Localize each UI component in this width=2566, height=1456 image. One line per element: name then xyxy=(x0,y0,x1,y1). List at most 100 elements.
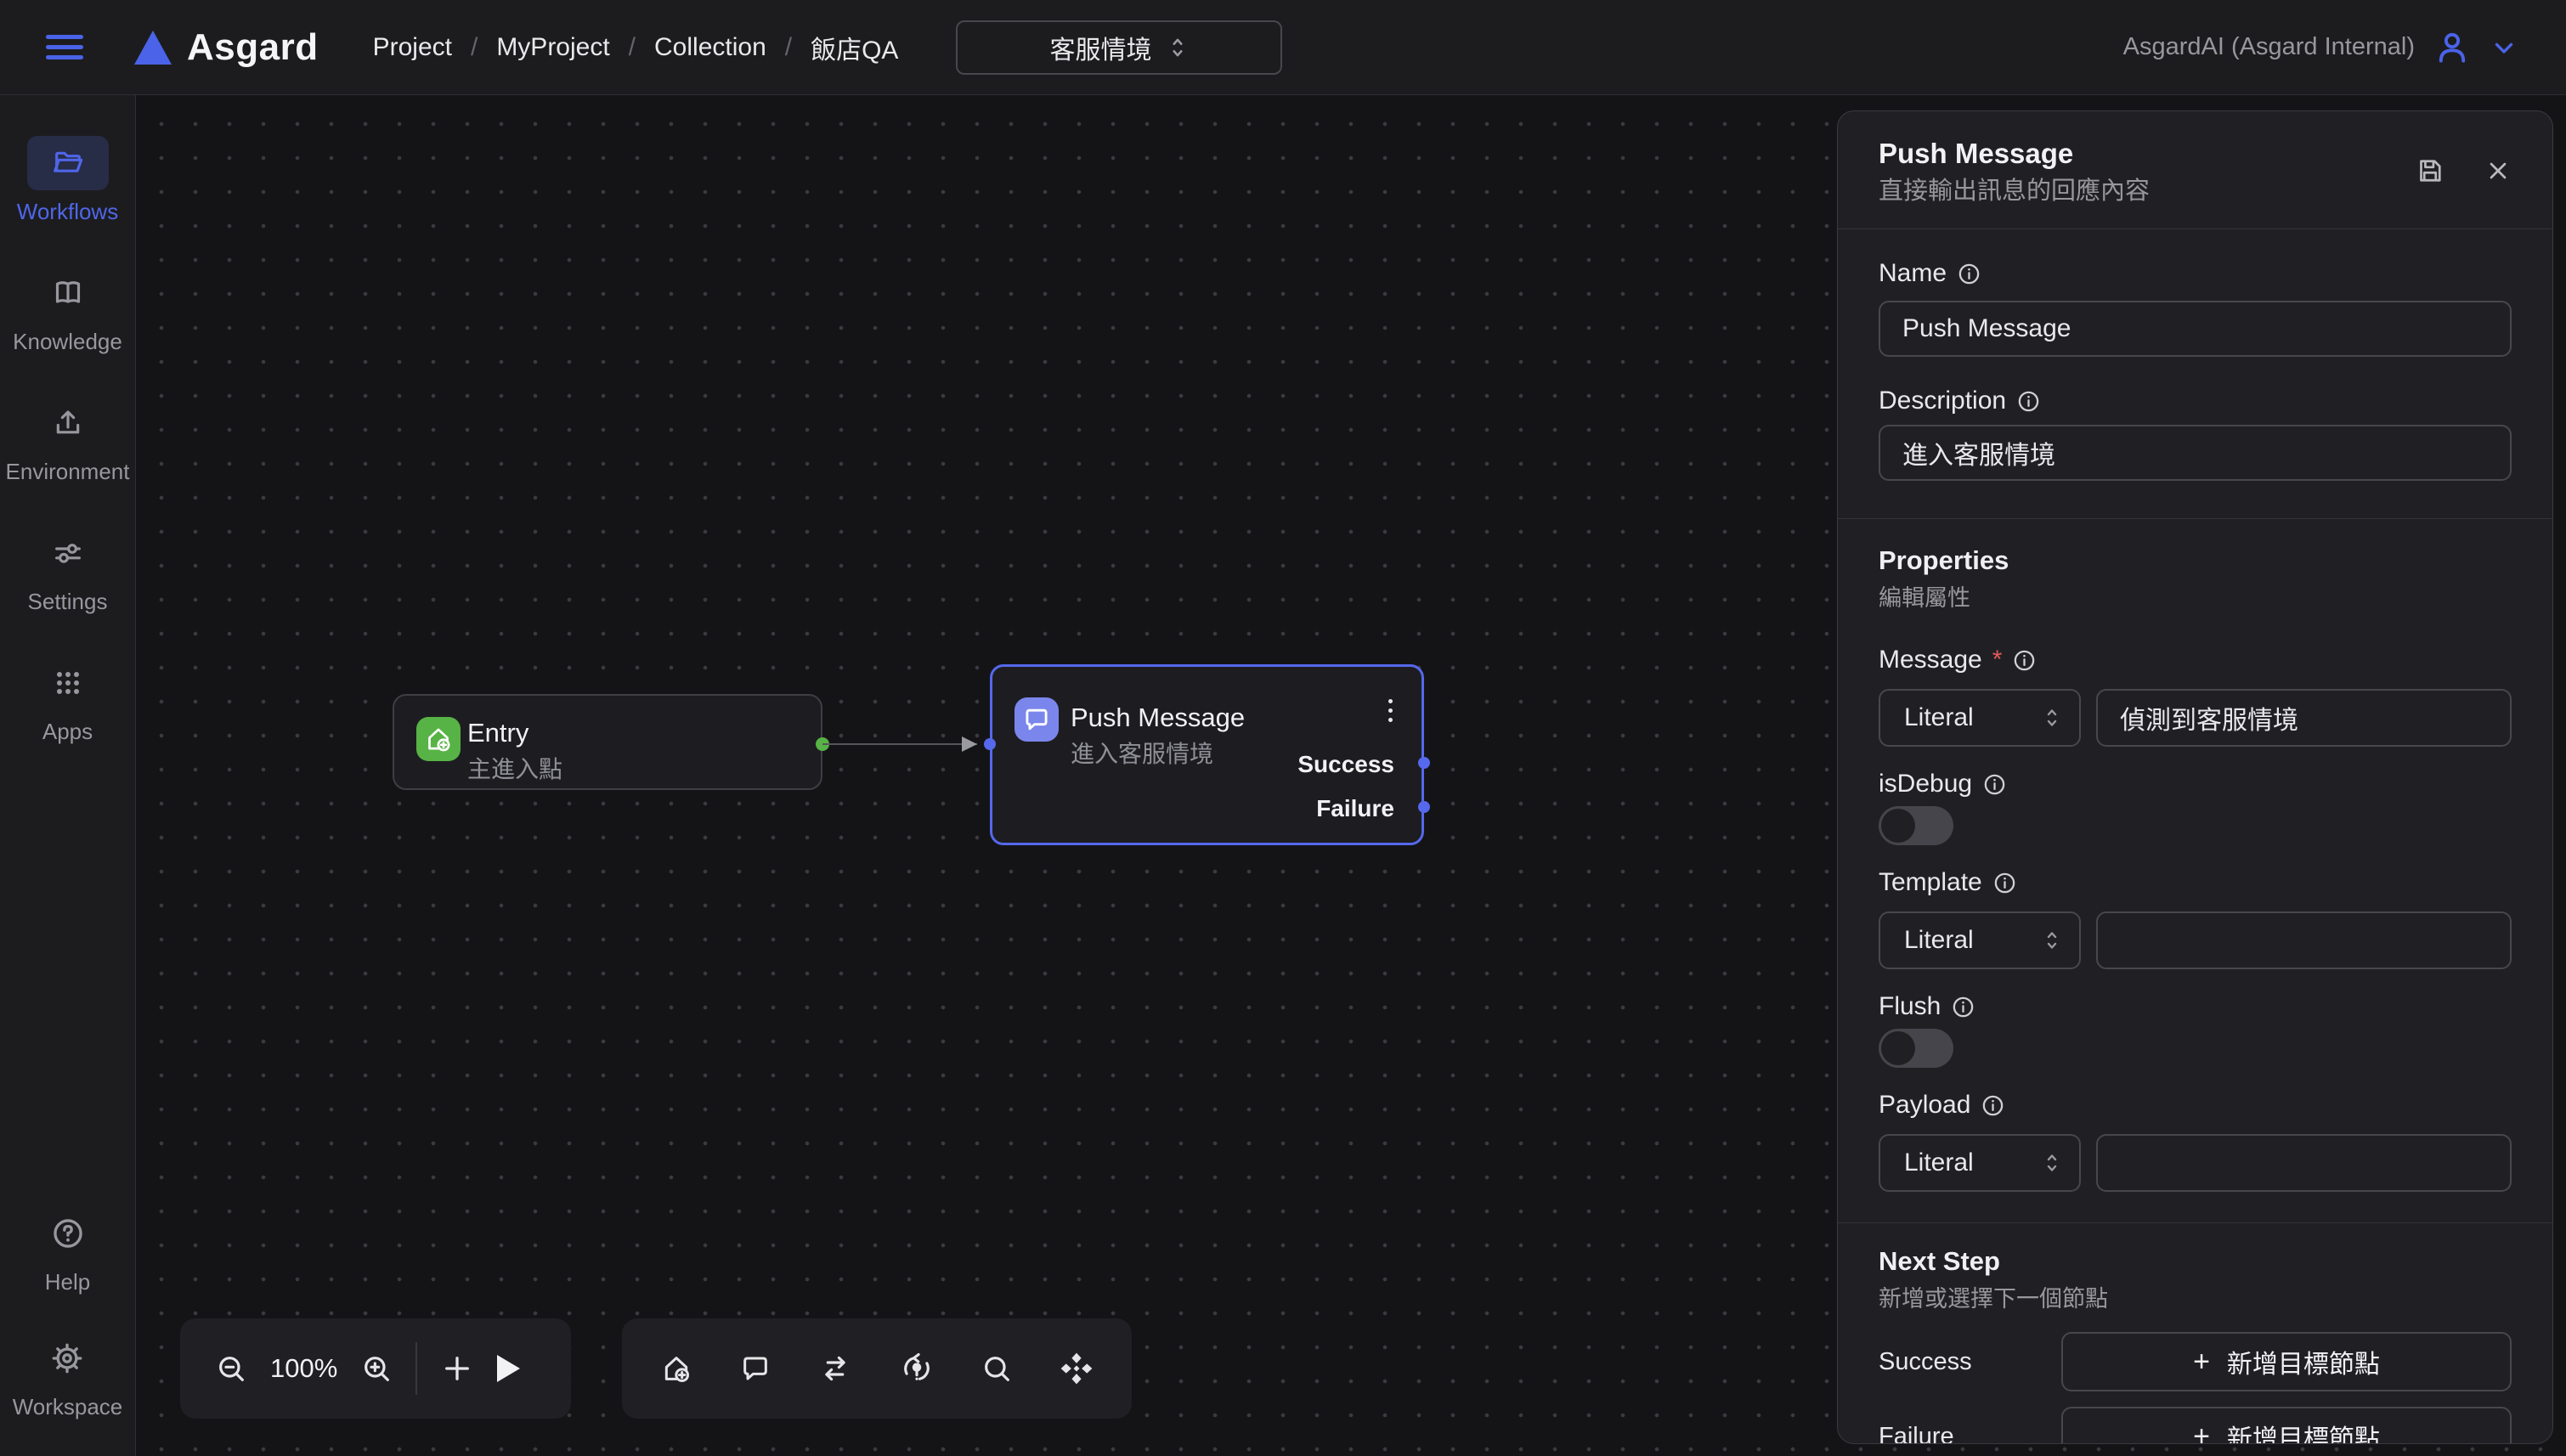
search-icon[interactable] xyxy=(980,1352,1014,1385)
breadcrumb-item-workflow[interactable]: 飯店QA xyxy=(811,29,898,66)
flush-label: Flush xyxy=(1879,991,1941,1022)
swap-arrows-icon[interactable] xyxy=(817,1351,853,1386)
breadcrumb: Project / MyProject / Collection / 飯店QA xyxy=(363,29,909,66)
description-label: Description xyxy=(1879,386,2006,416)
info-icon[interactable] xyxy=(1981,1093,2005,1118)
toolbar-divider xyxy=(415,1342,417,1395)
close-icon[interactable] xyxy=(2484,157,2512,184)
gear-icon xyxy=(26,1331,108,1385)
node-tools-toolbar xyxy=(622,1318,1132,1419)
breadcrumb-separator: / xyxy=(785,33,792,62)
help-icon xyxy=(27,1206,109,1261)
sidebar-item-environment[interactable]: Environment xyxy=(6,396,130,485)
isdebug-label-row: isDebug xyxy=(1879,769,2512,799)
template-mode-select[interactable]: Literal xyxy=(1879,911,2081,969)
name-label: Name xyxy=(1879,258,1947,289)
description-input[interactable]: 進入客服情境 xyxy=(1879,425,2512,481)
sidebar-item-workspace[interactable]: Workspace xyxy=(13,1331,123,1420)
edge-arrowhead-icon xyxy=(962,736,977,752)
isdebug-toggle[interactable] xyxy=(1879,806,1953,845)
chevron-up-down-icon xyxy=(2042,706,2062,730)
breadcrumb-item-myproject[interactable]: MyProject xyxy=(496,33,609,62)
app-logo[interactable]: Asgard xyxy=(134,26,319,69)
sidebar-item-knowledge[interactable]: Knowledge xyxy=(13,266,122,355)
intent-detect-icon[interactable] xyxy=(899,1351,935,1386)
chat-bubble-icon xyxy=(1015,697,1059,742)
info-icon[interactable] xyxy=(2012,648,2037,673)
toggle-knob xyxy=(1881,1031,1915,1065)
kebab-menu-icon[interactable] xyxy=(1388,699,1393,722)
add-target-node-label: 新增目標節點 xyxy=(2227,1343,2380,1380)
environment-selector[interactable]: 客服情境 xyxy=(956,20,1282,75)
add-target-node-button-failure[interactable]: + 新增目標節點 xyxy=(2061,1407,2512,1444)
template-label: Template xyxy=(1879,867,1982,898)
port-label-failure: Failure xyxy=(1316,795,1394,822)
logo-triangle-icon xyxy=(134,31,172,65)
add-entry-node-icon[interactable] xyxy=(659,1352,693,1385)
breadcrumb-item-collection[interactable]: Collection xyxy=(654,33,766,62)
panel-properties-section: Properties 編輯屬性 Message * Literal xyxy=(1838,519,2552,1222)
payload-mode-select[interactable]: Literal xyxy=(1879,1134,2081,1192)
info-icon[interactable] xyxy=(1957,262,1981,286)
info-icon[interactable] xyxy=(2016,389,2041,414)
account-label: AsgardAI (Asgard Internal) xyxy=(2123,33,2415,61)
info-icon[interactable] xyxy=(1992,871,2017,895)
next-step-subheading: 新增或選擇下一個節點 xyxy=(1879,1286,2512,1312)
environment-selector-label: 客服情境 xyxy=(1049,29,1151,66)
sidebar-item-help[interactable]: Help xyxy=(27,1206,109,1295)
next-step-heading: Next Step xyxy=(1879,1247,2512,1276)
add-message-node-icon[interactable] xyxy=(738,1352,772,1385)
info-icon[interactable] xyxy=(1982,772,2007,797)
payload-value-input[interactable] xyxy=(2096,1134,2512,1192)
hamburger-menu-icon[interactable] xyxy=(46,29,83,65)
panel-next-step-section: Next Step 新增或選擇下一個節點 Success + 新增目標節點 Fa… xyxy=(1838,1223,2552,1444)
sidebar-item-label: Settings xyxy=(28,589,108,615)
template-value-input[interactable] xyxy=(2096,911,2512,969)
run-workflow-play-icon[interactable] xyxy=(497,1355,520,1382)
message-value-input[interactable]: 偵測到客服情境 xyxy=(2096,689,2512,747)
payload-mode-value: Literal xyxy=(1904,1148,1974,1177)
folder-icon xyxy=(27,136,109,190)
flush-toggle[interactable] xyxy=(1879,1029,1953,1068)
sidebar-item-apps[interactable]: Apps xyxy=(27,656,109,745)
breadcrumb-item-project[interactable]: Project xyxy=(373,33,452,62)
node-push-message[interactable]: Push Message 進入客服情境 Success Failure xyxy=(990,664,1424,845)
isdebug-label: isDebug xyxy=(1879,769,1972,799)
node-entry[interactable]: Entry 主進入點 xyxy=(393,694,822,790)
template-label-row: Template xyxy=(1879,867,2512,898)
move-nodes-icon[interactable] xyxy=(1059,1351,1094,1386)
add-node-plus-icon[interactable] xyxy=(439,1351,475,1386)
description-label-row: Description xyxy=(1879,386,2512,416)
payload-row: Literal xyxy=(1879,1134,2512,1192)
plus-icon: + xyxy=(2193,1422,2210,1444)
payload-label: Payload xyxy=(1879,1090,1970,1120)
sidebar-item-settings[interactable]: Settings xyxy=(27,526,109,615)
chevron-down-icon[interactable] xyxy=(2490,33,2518,62)
next-step-failure-row: Failure + 新增目標節點 xyxy=(1879,1407,2512,1444)
panel-actions xyxy=(2415,155,2512,186)
node-push-head: Push Message 進入客服情境 xyxy=(1071,701,1245,769)
properties-heading: Properties xyxy=(1879,546,2512,575)
add-target-node-button-success[interactable]: + 新增目標節點 xyxy=(2061,1332,2512,1391)
node-title: Push Message xyxy=(1071,701,1245,735)
zoom-toolbar: 100% xyxy=(180,1318,571,1419)
push-failure-port[interactable] xyxy=(1418,801,1430,813)
upload-icon xyxy=(27,396,109,450)
zoom-out-icon[interactable] xyxy=(214,1352,248,1385)
message-mode-select[interactable]: Literal xyxy=(1879,689,2081,747)
save-icon[interactable] xyxy=(2415,155,2445,186)
edge-entry-to-push xyxy=(822,743,977,745)
info-icon[interactable] xyxy=(1951,995,1975,1019)
push-success-port[interactable] xyxy=(1418,757,1430,769)
push-input-port[interactable] xyxy=(984,738,996,750)
sidebar-item-label: Knowledge xyxy=(13,329,122,355)
message-row: Literal 偵測到客服情境 xyxy=(1879,689,2512,747)
user-icon[interactable] xyxy=(2433,29,2471,66)
next-step-success-row: Success + 新增目標節點 xyxy=(1879,1332,2512,1391)
name-label-row: Name xyxy=(1879,258,2512,289)
name-input[interactable]: Push Message xyxy=(1879,301,2512,357)
zoom-in-icon[interactable] xyxy=(359,1352,393,1385)
properties-subheading: 編輯屬性 xyxy=(1879,585,2512,611)
chevron-up-down-icon xyxy=(2042,1151,2062,1175)
sidebar-item-workflows[interactable]: Workflows xyxy=(17,136,118,225)
